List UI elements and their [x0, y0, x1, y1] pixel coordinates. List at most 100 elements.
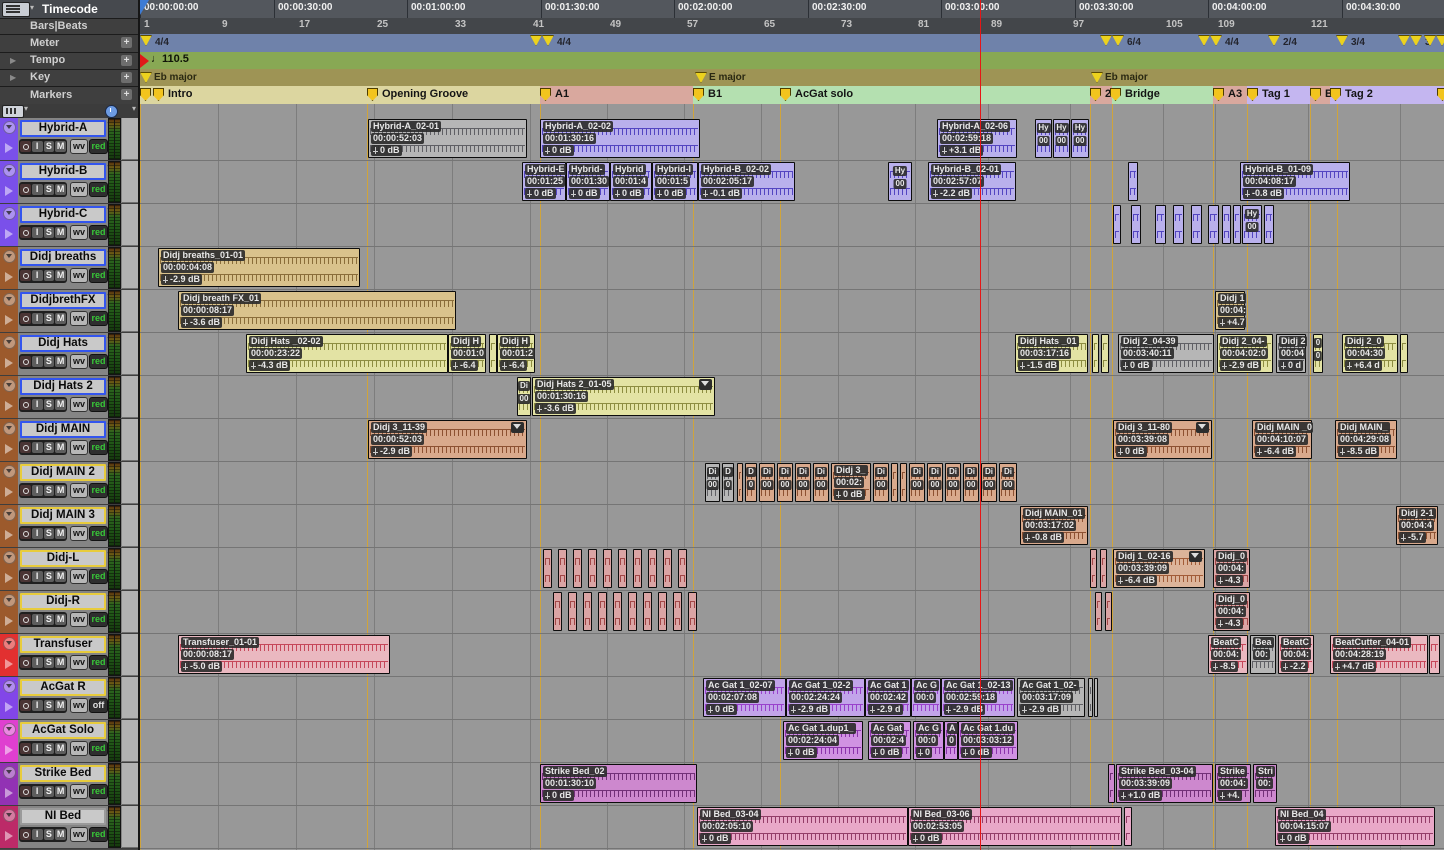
- track-name[interactable]: Didj MAIN 2: [20, 464, 106, 481]
- clock-icon[interactable]: [105, 105, 118, 118]
- automation-mode-button[interactable]: red: [89, 569, 108, 584]
- track-name[interactable]: Didj Hats 2: [20, 378, 106, 395]
- automation-mode-button[interactable]: red: [89, 784, 108, 799]
- audio-clip[interactable]: Ac Gat 1_02-200:02:24:24-2.9 dB: [786, 678, 865, 717]
- waveform-view-button[interactable]: wv: [70, 483, 88, 498]
- marker-label[interactable]: Tag 1: [1262, 88, 1290, 100]
- track-collapse-button[interactable]: [3, 250, 16, 263]
- audio-clip[interactable]: [1128, 162, 1138, 201]
- audio-clip[interactable]: Di00: [777, 463, 793, 502]
- track-collapse-button[interactable]: [3, 207, 16, 220]
- record-arm-button[interactable]: [20, 313, 31, 324]
- mute-button[interactable]: M: [55, 657, 66, 668]
- track-playlist-arrow-icon[interactable]: [5, 444, 13, 454]
- marker-label[interactable]: Tag 2: [1345, 88, 1373, 100]
- audio-clip[interactable]: [553, 592, 562, 631]
- bar-number-label[interactable]: 65: [764, 19, 775, 30]
- track-resize-strip[interactable]: [122, 204, 138, 246]
- track-name[interactable]: DidjbrethFX: [20, 292, 106, 309]
- audio-clip[interactable]: [583, 592, 592, 631]
- waveform-view-button[interactable]: wv: [70, 526, 88, 541]
- audio-clip[interactable]: A0: [944, 721, 958, 760]
- ruler-menu-icon[interactable]: [2, 2, 30, 17]
- track-view-icon[interactable]: [2, 105, 24, 118]
- record-arm-button[interactable]: [20, 485, 31, 496]
- audio-clip[interactable]: Didj 2_04-00:04:02:0-2.9 dB: [1217, 334, 1273, 373]
- audio-clip[interactable]: Stri00:: [1253, 764, 1277, 803]
- ruler-label-tempo[interactable]: Tempo: [30, 52, 65, 69]
- input-monitor-button[interactable]: I: [32, 442, 43, 453]
- track-playlist-arrow-icon[interactable]: [5, 702, 13, 712]
- record-arm-button[interactable]: [20, 657, 31, 668]
- bar-number-label[interactable]: 109: [1218, 19, 1235, 30]
- track-collapse-button[interactable]: [3, 637, 16, 650]
- mute-button[interactable]: M: [55, 571, 66, 582]
- ruler-label-key[interactable]: Key: [30, 69, 50, 86]
- record-arm-button[interactable]: [20, 786, 31, 797]
- meter-event-icon[interactable]: [140, 35, 152, 46]
- meter-event-icon[interactable]: [542, 35, 554, 46]
- audio-clip[interactable]: [1108, 764, 1115, 803]
- track-collapse-button[interactable]: [3, 551, 16, 564]
- automation-mode-button[interactable]: red: [89, 182, 108, 197]
- record-arm-button[interactable]: [20, 442, 31, 453]
- ruler-menu-dropdown-icon[interactable]: ▾: [30, 0, 34, 17]
- audio-clip[interactable]: Di00: [981, 463, 997, 502]
- automation-mode-button[interactable]: red: [89, 268, 108, 283]
- audio-clip[interactable]: Didj 1_02-1600:03:39:09-6.4 dB: [1113, 549, 1205, 588]
- bar-number-label[interactable]: 49: [610, 19, 621, 30]
- track-playlist-arrow-icon[interactable]: [5, 143, 13, 153]
- marker-label[interactable]: A1: [555, 88, 569, 100]
- track-name[interactable]: Didj MAIN: [20, 421, 106, 438]
- key-expander-icon[interactable]: ▶: [10, 69, 16, 86]
- audio-clip[interactable]: [618, 549, 627, 588]
- automation-mode-button[interactable]: red: [89, 827, 108, 842]
- timecode-label[interactable]: 00:01:00:00: [411, 2, 465, 13]
- audio-clip[interactable]: Hy00: [1242, 205, 1262, 244]
- input-monitor-button[interactable]: I: [32, 829, 43, 840]
- markers-ruler[interactable]: IntroOpening GrooveA1B1AcGat solo2Bridge…: [140, 86, 1444, 105]
- waveform-view-button[interactable]: wv: [70, 827, 88, 842]
- track-name[interactable]: Didj-L: [20, 550, 106, 567]
- automation-mode-button[interactable]: red: [89, 397, 108, 412]
- track-name[interactable]: Hybrid-C: [20, 206, 106, 223]
- marker-label[interactable]: Intro: [168, 88, 192, 100]
- input-monitor-button[interactable]: I: [32, 528, 43, 539]
- audio-clip[interactable]: [543, 549, 552, 588]
- input-monitor-button[interactable]: I: [32, 141, 43, 152]
- input-monitor-button[interactable]: I: [32, 227, 43, 238]
- solo-button[interactable]: S: [44, 356, 55, 367]
- waveform-view-button[interactable]: wv: [70, 268, 88, 283]
- meter-event-icon[interactable]: [1100, 35, 1112, 46]
- automation-mode-button[interactable]: red: [89, 139, 108, 154]
- audio-clip[interactable]: Di00: [999, 463, 1017, 502]
- track-collapse-button[interactable]: [3, 465, 16, 478]
- automation-mode-button[interactable]: off: [89, 698, 108, 713]
- automation-mode-button[interactable]: red: [89, 655, 108, 670]
- audio-clip[interactable]: Didj Hats 2_01-0500:01:30:16-3.6 dB: [532, 377, 715, 416]
- input-monitor-button[interactable]: I: [32, 700, 43, 711]
- audio-clip[interactable]: Didj Hats _02-0200:00:23:22-4.3 dB: [246, 334, 448, 373]
- track-name[interactable]: AcGat R: [20, 679, 106, 696]
- track-playlist-arrow-icon[interactable]: [5, 229, 13, 239]
- audio-clip[interactable]: Hybrid-B_01-0900:04:08:17-0.8 dB: [1240, 162, 1350, 201]
- track-lane[interactable]: Strike Bed_0200:01:30:100 dBStrike Bed_0…: [140, 763, 1444, 806]
- key-event-icon[interactable]: [695, 72, 707, 83]
- track-playlist-arrow-icon[interactable]: [5, 272, 13, 282]
- ruler-label-timecode[interactable]: Timecode: [42, 0, 98, 18]
- panel-divider[interactable]: [138, 0, 140, 850]
- automation-mode-button[interactable]: red: [89, 354, 108, 369]
- track-resize-strip[interactable]: [122, 634, 138, 676]
- waveform-view-button[interactable]: wv: [70, 311, 88, 326]
- audio-clip[interactable]: Di00: [795, 463, 811, 502]
- meter-ruler[interactable]: 4/44/46/44/42/43/433: [140, 34, 1444, 53]
- solo-button[interactable]: S: [44, 485, 55, 496]
- waveform-view-button[interactable]: wv: [70, 440, 88, 455]
- track-lane[interactable]: Di00D0D0Di00Di00Di00Di00Didj 3_00:02:0 d…: [140, 462, 1444, 505]
- meter-event-icon[interactable]: [1336, 35, 1348, 46]
- timecode-label[interactable]: 00:03:30:00: [1079, 2, 1133, 13]
- track-resize-strip[interactable]: [122, 677, 138, 719]
- meter-event-icon[interactable]: [1210, 35, 1222, 46]
- waveform-view-button[interactable]: wv: [70, 612, 88, 627]
- track-playlist-arrow-icon[interactable]: [5, 788, 13, 798]
